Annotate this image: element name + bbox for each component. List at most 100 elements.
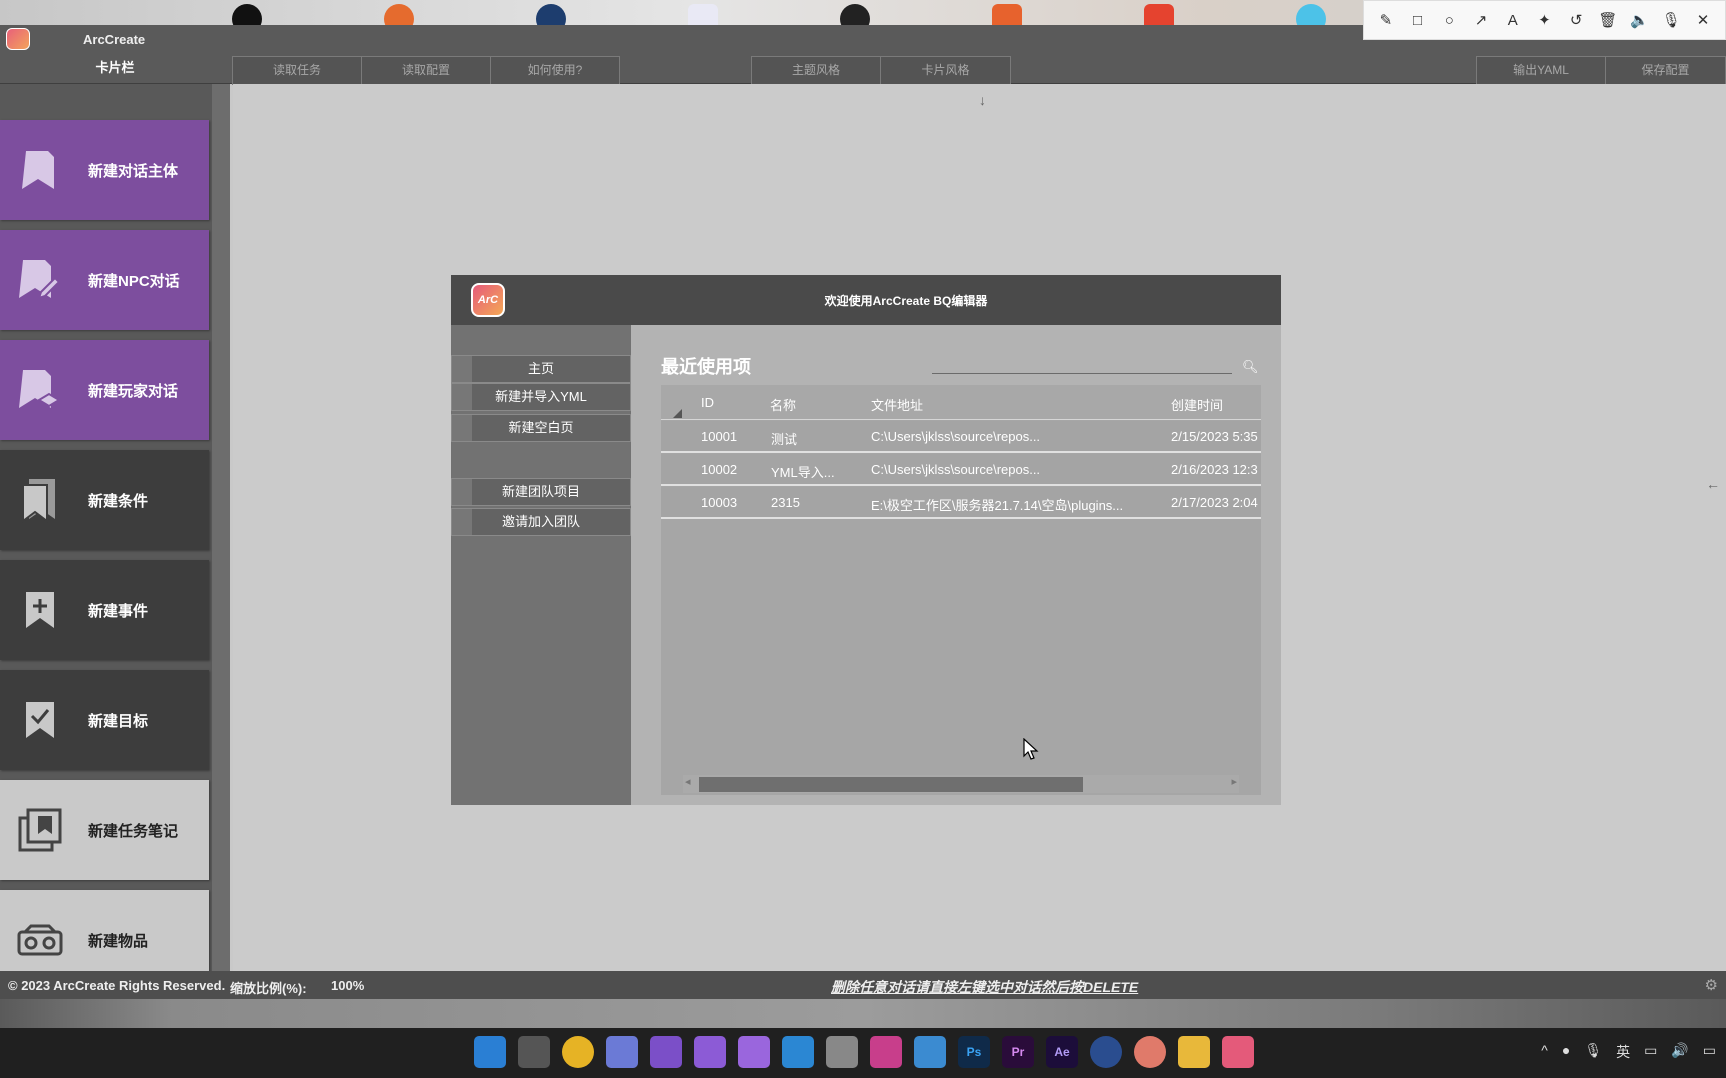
- sort-indicator-icon: [673, 409, 682, 418]
- cell-created: 2/16/2023 12:3: [1171, 462, 1258, 477]
- new-dialogue-subject-card[interactable]: 新建对话主体: [0, 120, 209, 220]
- save-config-button[interactable]: 保存配置: [1605, 56, 1726, 85]
- intellij-icon[interactable]: [870, 1036, 902, 1068]
- input-language[interactable]: 英: [1616, 1042, 1630, 1062]
- arrow-down-icon[interactable]: ↓: [979, 92, 986, 108]
- table-row[interactable]: 10001 测试 C:\Users\jklss\source\repos... …: [661, 421, 1261, 453]
- column-header-created[interactable]: 创建时间: [1171, 395, 1223, 414]
- circle-icon[interactable]: ○: [1438, 9, 1460, 31]
- network-icon[interactable]: ▭: [1644, 1042, 1657, 1062]
- theme-style-button[interactable]: 主题风格: [751, 56, 881, 85]
- home-nav-button[interactable]: 主页: [451, 355, 631, 383]
- how-to-use-button[interactable]: 如何使用?: [490, 56, 620, 85]
- cell-id: 10002: [701, 462, 738, 477]
- menu-bar: 卡片栏 读取任务 读取配置 如何使用? 主题风格 卡片风格 输出YAML 保存配…: [0, 52, 1726, 85]
- column-header-path[interactable]: 文件地址: [871, 395, 923, 414]
- welcome-dialog: ArC 欢迎使用ArcCreate BQ编辑器 主页 新建并导入YML 新建空白…: [451, 275, 1281, 805]
- search-input[interactable]: [932, 373, 1232, 374]
- desktop-wallpaper-strip: [0, 999, 1726, 1028]
- dialog-nav: 主页 新建并导入YML 新建空白页 新建团队项目 邀请加入团队: [451, 325, 631, 805]
- search-icon[interactable]: 🔍︎: [1242, 359, 1259, 375]
- new-objective-card[interactable]: 新建目标: [0, 670, 209, 770]
- arccreate-taskbar-icon[interactable]: [1222, 1036, 1254, 1068]
- copyright-text: © 2023 ArcCreate Rights Reserved.: [8, 978, 226, 993]
- windows-start-icon[interactable]: [474, 1036, 506, 1068]
- speaker-icon[interactable]: 🔈: [1629, 9, 1651, 31]
- microphone-icon[interactable]: 🎙: [1660, 9, 1682, 31]
- gear-icon[interactable]: ⚙: [1705, 976, 1718, 994]
- new-team-project-button[interactable]: 新建团队项目: [451, 478, 631, 506]
- trash-icon[interactable]: 🗑: [1597, 9, 1619, 31]
- app-icon[interactable]: [1134, 1036, 1166, 1068]
- card-style-button[interactable]: 卡片风格: [880, 56, 1011, 85]
- load-task-button[interactable]: 读取任务: [232, 56, 362, 85]
- rectangle-icon[interactable]: □: [1407, 9, 1429, 31]
- cell-created: 2/15/2023 5:35: [1171, 429, 1258, 444]
- magic-wand-icon[interactable]: ✦: [1533, 9, 1555, 31]
- unity-icon[interactable]: [826, 1036, 858, 1068]
- dialog-header: ArC 欢迎使用ArcCreate BQ编辑器: [451, 275, 1281, 325]
- invite-team-button[interactable]: 邀请加入团队: [451, 508, 631, 536]
- dialog-title: 欢迎使用ArcCreate BQ编辑器: [824, 294, 988, 308]
- new-condition-card[interactable]: 新建条件: [0, 450, 209, 550]
- zoom-label: 缩放比例(%):: [230, 981, 307, 996]
- app-desktop-icon: [1144, 4, 1174, 25]
- scroll-left-icon[interactable]: ◂: [685, 775, 691, 788]
- new-npc-dialogue-card[interactable]: 新建NPC对话: [0, 230, 209, 330]
- recent-items-table: ID 名称 文件地址 创建时间 10001 测试 C:\Users\jklss\…: [661, 385, 1261, 795]
- chevron-up-icon[interactable]: ^: [1541, 1042, 1548, 1062]
- vscode-icon[interactable]: [782, 1036, 814, 1068]
- card-label: 新建目标: [88, 712, 149, 730]
- horizontal-scrollbar[interactable]: ◂ ▸: [683, 775, 1239, 793]
- column-header-name[interactable]: 名称: [770, 395, 796, 414]
- new-quest-note-card[interactable]: 新建任务笔记: [0, 780, 209, 880]
- card-label: 新建物品: [88, 932, 149, 950]
- app-icon[interactable]: [1090, 1036, 1122, 1068]
- qq-desktop-icon: [232, 4, 262, 25]
- zoom-value[interactable]: 100%: [331, 978, 364, 993]
- new-player-dialogue-card[interactable]: 新建玩家对话: [0, 340, 209, 440]
- arrow-left-icon[interactable]: ←: [1706, 476, 1720, 492]
- cell-id: 10001: [701, 429, 738, 444]
- after-effects-icon[interactable]: Ae: [1046, 1036, 1078, 1068]
- scrollbar-thumb[interactable]: [699, 777, 1083, 792]
- task-view-icon[interactable]: [518, 1036, 550, 1068]
- battery-icon[interactable]: ▭: [1703, 1042, 1716, 1062]
- app-desktop-icon: [1296, 4, 1326, 25]
- app-icon[interactable]: [606, 1036, 638, 1068]
- new-blank-page-button[interactable]: 新建空白页: [451, 414, 631, 442]
- app-logo-icon: [6, 28, 30, 50]
- scroll-right-icon[interactable]: ▸: [1231, 775, 1237, 788]
- text-icon[interactable]: A: [1502, 9, 1524, 31]
- app-desktop-icon: [536, 4, 566, 25]
- visual-studio-icon[interactable]: [694, 1036, 726, 1068]
- arrow-icon[interactable]: ↗: [1470, 9, 1492, 31]
- chrome-icon[interactable]: [562, 1036, 594, 1068]
- visual-studio-icon[interactable]: [738, 1036, 770, 1068]
- visual-studio-icon[interactable]: [650, 1036, 682, 1068]
- new-import-yml-button[interactable]: 新建并导入YML: [451, 383, 631, 411]
- file-explorer-icon[interactable]: [1178, 1036, 1210, 1068]
- card-label: 新建NPC对话: [88, 272, 180, 290]
- new-event-card[interactable]: 新建事件: [0, 560, 209, 660]
- bookmark-stack-icon: [0, 340, 80, 440]
- load-config-button[interactable]: 读取配置: [361, 56, 491, 85]
- app-icon[interactable]: [914, 1036, 946, 1068]
- qq-tray-icon[interactable]: ●: [1562, 1042, 1570, 1062]
- recent-title: 最近使用项: [661, 357, 751, 377]
- table-row[interactable]: 10002 YML导入... C:\Users\jklss\source\rep…: [661, 454, 1261, 486]
- pencil-icon[interactable]: ✎: [1375, 9, 1397, 31]
- close-icon[interactable]: ✕: [1692, 9, 1714, 31]
- table-row[interactable]: 10003 2315 E:\极空工作区\服务器21.7.14\空岛\plugin…: [661, 487, 1261, 519]
- premiere-icon[interactable]: Pr: [1002, 1036, 1034, 1068]
- microphone-icon[interactable]: 🎙: [1584, 1042, 1602, 1062]
- sidebar-scrollbar[interactable]: [212, 84, 230, 971]
- card-label: 新建玩家对话: [88, 382, 179, 400]
- volume-icon[interactable]: 🔊: [1671, 1042, 1688, 1062]
- card-label: 新建对话主体: [88, 162, 179, 180]
- photoshop-icon[interactable]: Ps: [958, 1036, 990, 1068]
- column-header-id[interactable]: ID: [701, 395, 714, 410]
- export-yaml-button[interactable]: 输出YAML: [1476, 56, 1606, 85]
- delete-hint: 删除任意对话请直接左键选中对话然后按DELETE: [831, 979, 1139, 995]
- undo-icon[interactable]: ↺: [1565, 9, 1587, 31]
